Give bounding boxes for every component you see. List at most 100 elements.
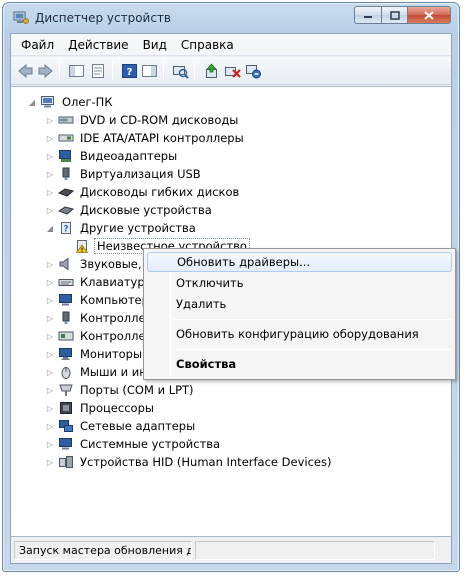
tree-item[interactable]: ▷ Дисковые устройства: [45, 201, 214, 219]
disable-icon[interactable]: [245, 63, 262, 79]
svg-text:?: ?: [127, 67, 133, 78]
hid-device-icon: [59, 456, 73, 468]
expand-icon[interactable]: ▷: [45, 367, 55, 377]
forward-arrow-icon[interactable]: [37, 63, 54, 79]
menu-action[interactable]: Действие: [61, 34, 135, 56]
ide-controller-icon: [58, 134, 74, 142]
expand-icon[interactable]: ▷: [45, 187, 55, 197]
expand-icon[interactable]: ▷: [45, 331, 55, 341]
tree-item[interactable]: ▷ IDE ATA/ATAPI контроллеры: [45, 129, 246, 147]
disk-drive-icon: [58, 206, 74, 215]
expand-icon[interactable]: ▷: [45, 277, 55, 287]
menu-update-drivers[interactable]: Обновить драйверы...: [147, 252, 452, 272]
expand-icon[interactable]: ▷: [45, 115, 55, 125]
port-icon: [59, 384, 73, 396]
menu-delete[interactable]: Удалить: [147, 294, 452, 314]
expand-icon[interactable]: ▷: [45, 439, 55, 449]
tree-item[interactable]: ▷ Видеоадаптеры: [45, 147, 179, 165]
expand-icon[interactable]: ▷: [45, 313, 55, 323]
action-pane-icon[interactable]: [141, 63, 158, 79]
tree-item[interactable]: ▷ Звуковые, в: [45, 255, 154, 273]
tree-label: Процессоры: [80, 401, 154, 415]
expand-icon[interactable]: ▷: [45, 295, 55, 305]
menu-properties[interactable]: Свойства: [147, 354, 452, 374]
show-hide-console-tree-icon[interactable]: [68, 63, 85, 79]
tree-root[interactable]: ◢ Олег-ПК: [27, 93, 114, 111]
expand-icon[interactable]: ▷: [45, 151, 55, 161]
menu-separator: [174, 349, 452, 350]
menu-disable[interactable]: Отключить: [147, 273, 452, 293]
tree-item[interactable]: ▷ Клавиатуры: [45, 273, 156, 291]
maximize-button[interactable]: [381, 6, 407, 24]
close-button[interactable]: [407, 6, 451, 24]
context-menu: Обновить драйверы... Отключить Удалить О…: [143, 248, 456, 380]
display-adapter-icon: [59, 150, 71, 162]
tree-item[interactable]: ▷ Устройства HID (Human Interface Device…: [45, 453, 333, 471]
tree-item[interactable]: ▷ Сетевые адаптеры: [45, 417, 197, 435]
menu-scan-hardware[interactable]: Обновить конфигурацию оборудования: [147, 324, 452, 344]
status-bar: Запуск мастера обновления др: [11, 538, 451, 563]
tree-label: Мониторы: [80, 347, 143, 361]
tree-item[interactable]: ▷ DVD и CD-ROM дисководы: [45, 111, 240, 129]
expand-icon[interactable]: ▷: [45, 385, 55, 395]
toolbar-separator: [112, 62, 113, 80]
unknown-device-warning-icon: [75, 240, 89, 253]
tree-item[interactable]: ▷ Виртуализация USB: [45, 165, 203, 183]
menu-help[interactable]: Справка: [174, 34, 241, 56]
status-text: Запуск мастера обновления др: [14, 541, 192, 560]
expand-icon[interactable]: ▷: [45, 403, 55, 413]
uninstall-icon[interactable]: [224, 63, 241, 79]
processor-icon: [60, 402, 72, 414]
tree-item[interactable]: ▷ Порты (COM и LPT): [45, 381, 196, 399]
minimize-icon: [364, 16, 372, 18]
status-panel: [195, 541, 435, 560]
expand-icon[interactable]: ▷: [45, 133, 55, 143]
toolbar-separator: [194, 62, 195, 80]
tree-label: Олег-ПК: [62, 95, 113, 109]
tree-item[interactable]: ▷ Мониторы: [45, 345, 144, 363]
expand-icon[interactable]: ▷: [45, 205, 55, 215]
keyboard-icon: [58, 279, 74, 286]
tree-label: Компьютер: [80, 293, 149, 307]
tree-item[interactable]: ▷ Компьютер: [45, 291, 151, 309]
expand-icon[interactable]: ▷: [45, 349, 55, 359]
toolbar-separator: [163, 62, 164, 80]
menu-file[interactable]: Файл: [14, 34, 61, 56]
tree-item[interactable]: ▷ Контроллер: [45, 327, 155, 345]
expand-icon[interactable]: ▷: [45, 169, 55, 179]
tree-item[interactable]: ▷ Дисководы гибких дисков: [45, 183, 241, 201]
menu-view[interactable]: Вид: [136, 34, 174, 56]
scan-hardware-icon[interactable]: [172, 63, 189, 79]
expand-icon[interactable]: ▷: [45, 421, 55, 431]
tree-item[interactable]: ▷ Системные устройства: [45, 435, 222, 453]
title-bar[interactable]: Диспетчер устройств: [3, 3, 459, 33]
tree-item[interactable]: ▷ Процессоры: [45, 399, 156, 417]
tree-item[interactable]: ▷ Контроллер: [45, 309, 155, 327]
tree-label: Сетевые адаптеры: [80, 419, 196, 433]
update-driver-icon[interactable]: [203, 63, 220, 79]
speaker-icon: [59, 257, 69, 271]
tree-label: Порты (COM и LPT): [80, 383, 194, 397]
help-icon[interactable]: ?: [121, 63, 138, 79]
computer-icon: [41, 96, 54, 108]
tree-label: Дисковые устройства: [80, 203, 212, 217]
tree-item[interactable]: ◢ ? Другие устройства: [45, 219, 198, 237]
tree-label: DVD и CD-ROM дисководы: [80, 113, 239, 127]
window-title: Диспетчер устройств: [35, 11, 172, 25]
network-adapter-icon: [59, 420, 73, 432]
back-arrow-icon[interactable]: [17, 63, 34, 79]
tree-item[interactable]: ▷ Мыши и ин: [45, 363, 149, 381]
expand-icon[interactable]: ▷: [45, 457, 55, 467]
device-manager-icon: [13, 11, 29, 24]
minimize-button[interactable]: [354, 6, 381, 24]
menu-bar: Файл Действие Вид Справка: [11, 34, 451, 56]
toolbar-separator: [59, 62, 60, 80]
tree-label: Другие устройства: [80, 221, 196, 235]
mouse-icon: [61, 367, 71, 379]
tree-label: Устройства HID (Human Interface Devices): [80, 455, 332, 469]
collapse-icon[interactable]: ◢: [27, 97, 37, 107]
expand-icon[interactable]: ▷: [45, 259, 55, 269]
properties-icon[interactable]: [90, 63, 107, 79]
tree-label: Видеоадаптеры: [80, 149, 178, 163]
collapse-icon[interactable]: ◢: [45, 223, 55, 233]
